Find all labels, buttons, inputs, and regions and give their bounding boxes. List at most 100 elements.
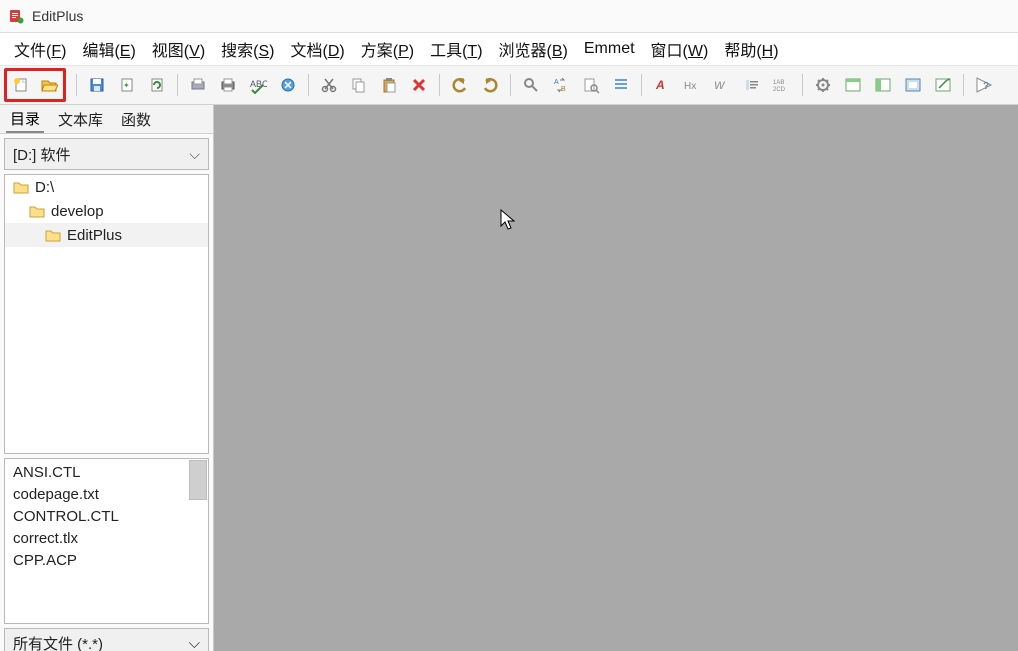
new-doc-icon: ✦ — [122, 79, 132, 91]
menu-document[interactable]: 文档(D) — [282, 33, 352, 65]
settings-button[interactable] — [809, 71, 837, 99]
menu-bar: 文件(F) 编辑(E) 视图(V) 搜索(S) 文档(D) 方案(P) 工具(T… — [0, 33, 1018, 66]
new-file-icon — [14, 78, 26, 91]
file-list-item[interactable]: CONTROL.CTL — [5, 505, 208, 527]
folder-icon — [13, 180, 29, 194]
toolbar-separator — [641, 74, 642, 96]
menu-emmet[interactable]: Emmet — [576, 36, 643, 62]
menu-file[interactable]: 文件(F) — [6, 33, 74, 65]
open-file-button[interactable] — [35, 71, 63, 99]
panel1-icon — [846, 79, 860, 91]
char-map-icon: 1AB2CD — [773, 80, 786, 93]
toolbar-separator — [76, 74, 77, 96]
paste-icon — [384, 78, 395, 92]
undo-button[interactable] — [446, 71, 474, 99]
title-bar: EditPlus — [0, 0, 1018, 33]
folder-tree[interactable]: D:\ develop EditPlus — [4, 174, 209, 454]
settings-icon — [816, 78, 830, 92]
menu-edit[interactable]: 编辑(E) — [74, 33, 143, 65]
tree-item[interactable]: EditPlus — [5, 223, 208, 247]
drive-selector[interactable]: [D:] 软件 ⌵ — [4, 138, 209, 170]
menu-help[interactable]: 帮助(H) — [716, 33, 786, 65]
tab-functions[interactable]: 函数 — [117, 107, 155, 132]
paste-button[interactable] — [375, 71, 403, 99]
refresh-doc-button[interactable] — [143, 71, 171, 99]
file-name: CONTROL.CTL — [13, 508, 119, 525]
font-color-button[interactable]: A — [648, 71, 676, 99]
undo-icon — [454, 78, 465, 91]
panel3-button[interactable] — [899, 71, 927, 99]
menu-project[interactable]: 方案(P) — [353, 33, 422, 65]
menu-window[interactable]: 窗口(W) — [643, 33, 717, 65]
file-list[interactable]: ANSI.CTL codepage.txt CONTROL.CTL correct.t… — [4, 458, 209, 624]
cut-button[interactable] — [315, 71, 343, 99]
cut-icon — [323, 79, 336, 92]
toolbar-separator — [510, 74, 511, 96]
bookmark-button[interactable] — [607, 71, 635, 99]
file-list-item[interactable]: CPP.ACP — [5, 549, 208, 571]
hex-button[interactable]: Hx — [678, 71, 706, 99]
char-map-button[interactable]: 1AB2CD — [768, 71, 796, 99]
panel2-button[interactable] — [869, 71, 897, 99]
file-list-item[interactable]: codepage.txt — [5, 483, 208, 505]
menu-view[interactable]: 视图(V) — [144, 33, 213, 65]
svg-text:A: A — [655, 78, 665, 92]
file-filter-selector[interactable]: 所有文件 (*.*) ⌵ — [4, 628, 209, 651]
toolbar-separator — [963, 74, 964, 96]
menu-search[interactable]: 搜索(S) — [213, 33, 282, 65]
find-button[interactable] — [517, 71, 545, 99]
new-file-button[interactable] — [7, 71, 35, 99]
folder-icon — [45, 228, 61, 242]
panel4-button[interactable] — [929, 71, 957, 99]
word-wrap-button[interactable]: W — [708, 71, 736, 99]
tree-item[interactable]: D:\ — [5, 175, 208, 199]
file-list-item[interactable]: correct.tlx — [5, 527, 208, 549]
panel3-icon — [906, 79, 920, 91]
spellcheck-button[interactable]: ABC — [244, 71, 272, 99]
print-button[interactable] — [214, 71, 242, 99]
replace-button[interactable]: AB — [547, 71, 575, 99]
new-doc-button[interactable]: ✦ — [113, 71, 141, 99]
copy-button[interactable] — [345, 71, 373, 99]
toolbar-separator — [802, 74, 803, 96]
find-icon — [525, 79, 537, 91]
scrollbar-thumb[interactable] — [189, 460, 207, 500]
file-list-item[interactable]: ANSI.CTL — [5, 461, 208, 483]
save-button[interactable] — [83, 71, 111, 99]
open-file-icon — [42, 81, 58, 91]
file-name: ANSI.CTL — [13, 464, 81, 481]
toolbar-separator — [308, 74, 309, 96]
sidebar: 目录 文本库 函数 [D:] 软件 ⌵ D:\ develop EditPlus A… — [0, 105, 214, 651]
svg-text:W: W — [714, 80, 726, 92]
hex-icon: Hx — [684, 81, 696, 92]
html-tidy-button[interactable] — [274, 71, 302, 99]
tree-item-label: develop — [51, 203, 104, 220]
menu-tools[interactable]: 工具(T) — [422, 33, 490, 65]
app-icon — [8, 8, 24, 24]
print-preview-button[interactable] — [184, 71, 212, 99]
font-color-icon: A — [655, 78, 665, 92]
print-preview-icon — [192, 79, 204, 89]
tree-item-label: EditPlus — [67, 227, 122, 244]
file-name: CPP.ACP — [13, 552, 77, 569]
tab-cliptext[interactable]: 文本库 — [54, 107, 107, 132]
tree-item[interactable]: develop — [5, 199, 208, 223]
chevron-down-icon: ⌵ — [189, 635, 200, 651]
spellcheck-icon: ABC — [250, 79, 267, 93]
help-button[interactable]: ? — [970, 71, 998, 99]
tab-directory[interactable]: 目录 — [6, 106, 44, 133]
redo-button[interactable] — [476, 71, 504, 99]
replace-icon: AB — [554, 78, 566, 93]
menu-browser[interactable]: 浏览器(B) — [491, 33, 576, 65]
help-icon: ? — [977, 78, 991, 92]
print-icon — [222, 79, 234, 91]
svg-text:1AB: 1AB — [773, 80, 784, 86]
svg-text:✦: ✦ — [123, 81, 130, 90]
panel1-button[interactable] — [839, 71, 867, 99]
find-in-files-button[interactable] — [577, 71, 605, 99]
line-number-button[interactable] — [738, 71, 766, 99]
delete-button[interactable] — [405, 71, 433, 99]
svg-text:?: ? — [983, 81, 989, 92]
copy-icon — [353, 79, 364, 92]
window-title: EditPlus — [32, 8, 83, 24]
